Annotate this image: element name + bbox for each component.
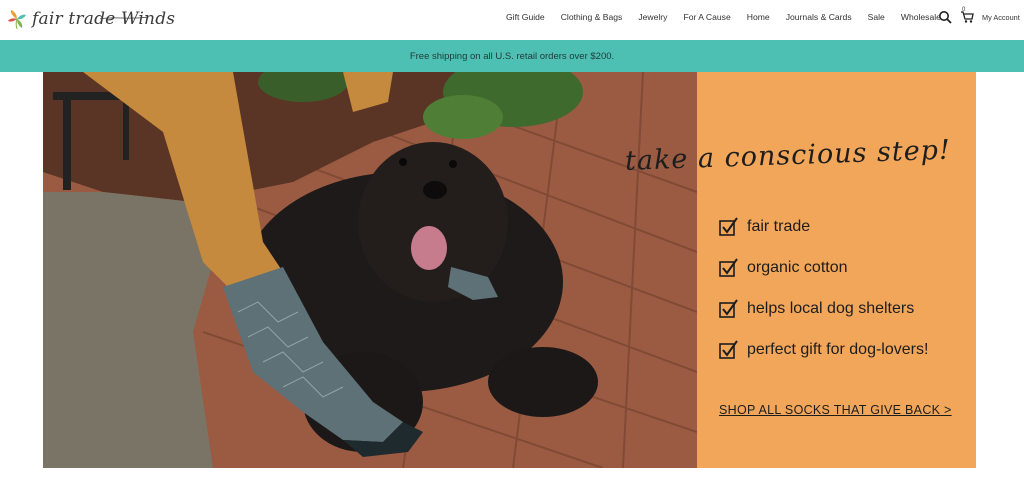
main-nav: Gift Guide Clothing & Bags Jewelry For A… bbox=[498, 12, 949, 22]
site-logo[interactable]: fair trade Winds bbox=[6, 6, 175, 32]
hero-section: take a conscious step! fair trade organi… bbox=[43, 72, 976, 468]
logo-swash-icon bbox=[100, 16, 148, 20]
checklist-item: helps local dog shelters bbox=[719, 288, 928, 329]
announcement-text: Free shipping on all U.S. retail orders … bbox=[409, 50, 615, 62]
checkbox-checked-icon bbox=[719, 257, 738, 277]
shop-socks-cta-link[interactable]: SHOP ALL SOCKS THAT GIVE BACK > bbox=[719, 403, 952, 417]
checklist-item: fair trade bbox=[719, 206, 928, 247]
checklist-label: helps local dog shelters bbox=[747, 299, 915, 317]
nav-sale[interactable]: Sale bbox=[860, 12, 893, 22]
site-header: fair trade Winds Gift Guide Clothing & B… bbox=[0, 0, 1024, 40]
checklist-label: fair trade bbox=[747, 217, 811, 235]
header-icons bbox=[938, 10, 974, 24]
nav-for-a-cause[interactable]: For A Cause bbox=[675, 12, 738, 22]
nav-home[interactable]: Home bbox=[739, 12, 778, 22]
nav-jewelry[interactable]: Jewelry bbox=[630, 12, 675, 22]
nav-journals-cards[interactable]: Journals & Cards bbox=[778, 12, 860, 22]
checkbox-checked-icon bbox=[719, 339, 738, 359]
announcement-banner: Free shipping on all U.S. retail orders … bbox=[0, 40, 1024, 72]
checkbox-checked-icon bbox=[719, 298, 738, 318]
my-account-link[interactable]: My Account bbox=[982, 13, 1020, 22]
checklist-item: perfect gift for dog-lovers! bbox=[719, 329, 928, 370]
leaf-logo-icon bbox=[8, 10, 26, 30]
checkbox-checked-icon bbox=[719, 216, 738, 236]
nav-clothing-bags[interactable]: Clothing & Bags bbox=[553, 12, 631, 22]
hero-photo[interactable] bbox=[43, 72, 697, 468]
nav-gift-guide[interactable]: Gift Guide bbox=[498, 12, 553, 22]
checklist-item: organic cotton bbox=[719, 247, 928, 288]
cart-count-badge: 0 bbox=[962, 7, 966, 13]
feature-checklist: fair trade organic cotton helps local do… bbox=[719, 206, 928, 370]
search-icon[interactable] bbox=[938, 10, 952, 24]
checklist-label: organic cotton bbox=[747, 258, 848, 276]
checklist-label: perfect gift for dog-lovers! bbox=[747, 340, 929, 358]
